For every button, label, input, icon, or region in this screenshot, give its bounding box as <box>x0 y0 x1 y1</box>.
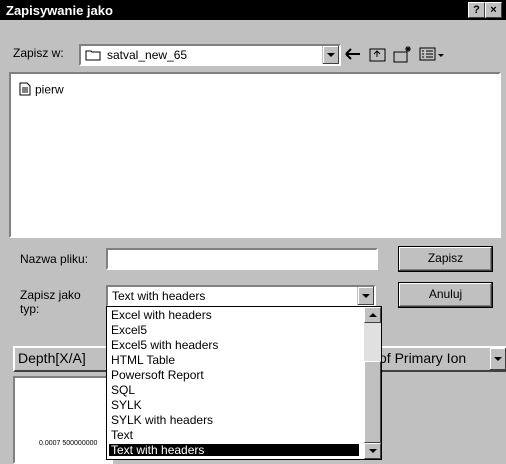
file-name-label: Nazwa pliku: <box>20 252 89 266</box>
chevron-down-icon <box>327 53 335 57</box>
dropdown-scrollbar[interactable] <box>364 307 381 459</box>
dropdown-option-selected[interactable]: Text with headers <box>109 444 359 456</box>
dropdown-option[interactable]: Excel5 <box>109 324 359 336</box>
save-in-combo[interactable]: satval_new_65 <box>79 44 341 66</box>
background-plot: 0.0007 500000000 <box>13 376 113 464</box>
file-type-combo[interactable]: Text with headers <box>106 285 376 307</box>
file-type-value: Text with headers <box>112 289 206 303</box>
new-folder-icon[interactable] <box>392 44 414 64</box>
file-type-label-line2: typ: <box>20 302 40 316</box>
dropdown-option[interactable]: Excel with headers <box>109 309 359 321</box>
dropdown-option[interactable]: HTML Table <box>109 354 359 366</box>
save-in-value: satval_new_65 <box>107 48 188 62</box>
depth-label: Depth[X/A] <box>18 350 86 366</box>
file-list[interactable]: pierw <box>9 72 501 238</box>
dropdown-option[interactable]: Text <box>109 429 359 441</box>
plot-value-label: 0.0007 500000000 <box>39 440 98 447</box>
cancel-button[interactable]: Anuluj <box>398 282 493 308</box>
primary-ion-label: of Primary Ion <box>379 350 467 366</box>
view-menu-icon[interactable] <box>418 44 448 64</box>
scroll-up-button[interactable] <box>364 307 381 323</box>
list-item[interactable]: pierw <box>19 82 64 99</box>
file-name: pierw <box>35 82 64 97</box>
file-type-dropdown-button[interactable] <box>357 287 374 305</box>
folder-icon <box>85 49 101 64</box>
dropdown-option[interactable]: SQL <box>109 384 359 396</box>
file-type-label: Zapisz jako <box>20 288 81 302</box>
chevron-down-icon <box>369 449 377 453</box>
save-in-label: Zapisz w: <box>13 46 64 60</box>
chevron-down-icon <box>494 357 502 361</box>
dropdown-option[interactable]: SYLK <box>109 399 359 411</box>
save-button[interactable]: Zapisz <box>398 246 493 272</box>
file-type-dropdown-list[interactable]: Excel with headers Excel5 Excel5 with he… <box>106 306 382 460</box>
help-button[interactable]: ? <box>468 2 485 18</box>
window-title: Zapisywanie jako <box>6 3 113 18</box>
scroll-down-button[interactable] <box>364 443 381 459</box>
up-folder-icon[interactable] <box>368 44 388 64</box>
dropdown-option[interactable]: Excel5 with headers <box>109 339 359 351</box>
save-in-dropdown-button[interactable] <box>322 46 339 64</box>
document-icon <box>19 82 31 99</box>
back-arrow-icon[interactable] <box>343 44 363 64</box>
primary-ion-dropdown-button[interactable] <box>489 348 506 370</box>
depth-combo[interactable]: Depth[X/A] <box>13 346 113 372</box>
close-button[interactable]: × <box>485 2 502 18</box>
chevron-down-icon <box>362 294 370 298</box>
title-bar: Zapisywanie jako ? × <box>0 0 506 20</box>
primary-ion-combo[interactable]: of Primary Ion <box>379 346 506 372</box>
dropdown-option[interactable]: Powersoft Report <box>109 369 359 381</box>
file-name-input[interactable] <box>106 248 378 270</box>
dropdown-option[interactable]: SYLK with headers <box>109 414 359 426</box>
scroll-thumb[interactable] <box>364 361 381 443</box>
chevron-up-icon <box>369 313 377 317</box>
